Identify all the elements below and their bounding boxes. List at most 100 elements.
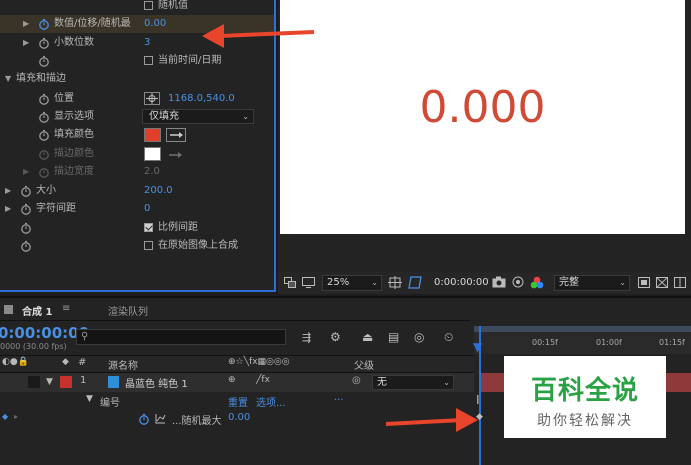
layer-number: 1 [80, 375, 87, 386]
collapse-triangle-icon[interactable]: ▼ [86, 394, 93, 404]
grid-guides-icon[interactable] [388, 276, 402, 289]
expand-triangle-icon[interactable]: ▶ [23, 34, 29, 52]
layer-row[interactable]: ▼ 1 晶蓝色 纯色 1 ⊕ ╱fx ◎ 无 ⌄ [0, 373, 474, 392]
color-channels-icon[interactable] [530, 276, 544, 289]
size-value[interactable]: 200.0 [144, 182, 173, 200]
region-of-interest-icon[interactable] [408, 276, 422, 289]
random-value-label: 随机值 [158, 0, 188, 11]
tab-render-queue[interactable]: 渲染队列 [108, 303, 148, 318]
composite-on-original-checkbox[interactable] [144, 241, 153, 250]
graph-icon[interactable] [155, 413, 166, 424]
expression-dashes: ... [334, 392, 344, 403]
reset-link[interactable]: 重置 [228, 394, 248, 409]
current-time-checkbox[interactable] [144, 56, 153, 65]
zoom-select[interactable]: 25% ⌄ [322, 275, 382, 291]
stopwatch-icon[interactable] [138, 413, 150, 425]
fx-switch-icon[interactable]: ╱fx [256, 375, 270, 385]
camera-snapshot-icon[interactable] [492, 276, 506, 288]
tab-composition-1[interactable]: 合成 1 [22, 303, 52, 318]
ruler-tick-label: 01:15f [659, 338, 685, 347]
graph-editor-icon[interactable]: ⏲ [444, 330, 453, 345]
label-column-icon: ◆ [62, 357, 69, 367]
value-offset-value[interactable]: 0.00 [144, 15, 166, 33]
tracking-label: 字符间距 [36, 203, 76, 214]
stopwatch-icon[interactable] [38, 18, 50, 30]
decimal-places-value[interactable]: 3 [144, 34, 150, 52]
keyframe-nav-icon[interactable]: ◆ [2, 412, 8, 421]
playhead-handle-icon[interactable]: ▼ [473, 340, 482, 354]
fill-stroke-group-label: 填充和描边 [16, 73, 66, 84]
stopwatch-icon[interactable] [38, 37, 50, 49]
view-layout-icon[interactable] [674, 277, 686, 288]
chevron-down-icon: ⌄ [242, 112, 249, 121]
layer-column-header: ◐●🔒 ◆ # 源名称 ⊕☆╲fx▦◎◎◎ 父级 [0, 355, 474, 373]
resolution-select[interactable]: 完整 ⌄ [554, 275, 630, 291]
shy-layers-icon[interactable]: ⏏ [362, 330, 373, 344]
solo-switch[interactable] [28, 376, 40, 388]
timeline-search-input[interactable]: ⚲ [76, 329, 286, 345]
fast-preview-icon[interactable] [638, 277, 650, 288]
frame-blending-icon[interactable]: ▤ [388, 330, 399, 344]
viewer-timecode[interactable]: 0:00:00:00 [434, 277, 489, 288]
options-link[interactable]: 选项... [256, 394, 286, 409]
parent-select[interactable]: 无 ⌄ [372, 375, 454, 390]
pickwhip-icon[interactable]: ◎ [352, 375, 361, 386]
stopwatch-icon[interactable] [38, 129, 50, 141]
expand-triangle-icon: ▶ [23, 167, 30, 176]
prop-row-display-options: 显示选项 仅填充 ⌄ [0, 108, 274, 126]
stopwatch-icon[interactable] [20, 185, 32, 197]
stopwatch-icon[interactable] [20, 222, 32, 234]
watermark-subtitle: 助你轻松解决 [537, 413, 633, 429]
shy-switch-icon[interactable]: ⊕ [228, 375, 236, 385]
parent-value: 无 [377, 377, 387, 388]
display-options-select[interactable]: 仅填充 ⌄ [142, 109, 254, 124]
expand-triangle-icon[interactable]: ▶ [23, 15, 29, 33]
source-name-header: 源名称 [108, 361, 138, 372]
layer-label-color[interactable] [60, 376, 72, 388]
tab-menu-icon[interactable]: ≡ [62, 303, 70, 314]
expand-triangle-icon[interactable]: ▶ [5, 182, 11, 200]
stopwatch-icon[interactable] [38, 111, 50, 123]
position-label: 位置 [54, 93, 74, 104]
stopwatch-icon [38, 148, 50, 160]
display-options-label: 显示选项 [54, 111, 94, 122]
fill-color-label: 填充颜色 [54, 129, 94, 140]
monitor-icon[interactable] [302, 277, 315, 288]
collapse-triangle-icon[interactable]: ▼ [46, 377, 53, 387]
prop-row-position[interactable]: 位置 1168.0,540.0 [0, 90, 274, 108]
layer-name[interactable]: 晶蓝色 纯色 1 [125, 375, 188, 390]
solid-swatch-icon [108, 376, 119, 388]
next-keyframe-icon[interactable]: ▸ [14, 412, 18, 421]
prop-row-size[interactable]: ▶ 大小 200.0 [0, 182, 274, 200]
proportional-spacing-checkbox[interactable] [144, 223, 153, 232]
stopwatch-icon [38, 166, 50, 178]
tracking-value[interactable]: 0 [144, 200, 150, 218]
stopwatch-icon[interactable] [20, 203, 32, 215]
stopwatch-icon[interactable] [38, 93, 50, 105]
expand-triangle-icon[interactable]: ▶ [5, 200, 11, 218]
position-value[interactable]: 1168.0,540.0 [168, 90, 235, 108]
composition-canvas[interactable]: 0.000 [280, 0, 685, 234]
motion-blur-icon[interactable]: ◎ [414, 330, 424, 344]
fill-color-swatch[interactable] [144, 128, 161, 142]
collapse-triangle-icon[interactable]: ▼ [5, 70, 11, 88]
show-snapshot-icon[interactable] [512, 276, 524, 288]
time-ruler[interactable]: 00:15f 01:00f 01:15f [474, 326, 691, 354]
random-value-checkbox[interactable] [144, 1, 153, 10]
close-tab-icon[interactable] [4, 305, 13, 314]
group-fill-stroke[interactable]: ▼ 填充和描边 [0, 70, 274, 88]
mask-icon[interactable] [284, 277, 296, 288]
prop-row-fill-color: 填充颜色 [0, 126, 274, 144]
search-icon: ⚲ [81, 331, 89, 342]
comp-flowchart-icon[interactable]: ⇶ [302, 331, 311, 344]
stopwatch-icon[interactable] [20, 240, 32, 252]
prop-row-tracking[interactable]: ▶ 字符间距 0 [0, 200, 274, 218]
draft-3d-icon[interactable]: ⚙ [330, 330, 341, 344]
property-value[interactable]: 0.00 [228, 412, 250, 423]
annotation-arrow-icon [385, 408, 478, 432]
stopwatch-icon[interactable] [38, 55, 50, 67]
transparency-grid-icon[interactable] [655, 276, 669, 289]
eyedropper-icon[interactable] [166, 128, 186, 142]
crosshair-icon[interactable] [144, 92, 160, 105]
stroke-color-swatch[interactable] [144, 147, 161, 161]
